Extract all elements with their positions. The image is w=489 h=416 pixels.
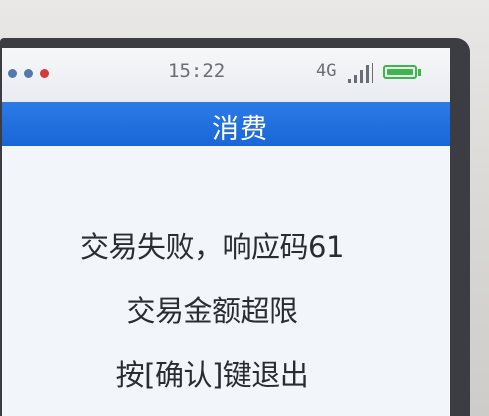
clock-time: 15:22 xyxy=(168,60,226,82)
network-type: 4G xyxy=(316,61,337,81)
title-bar: 消费 xyxy=(2,102,450,146)
screen: 15:22 4G 消费 交易失败，响应码61 交易金额超限 按[确认]键退出 xyxy=(2,48,450,416)
pos-terminal: 15:22 4G 消费 交易失败，响应码61 交易金额超限 按[确认]键退出 xyxy=(0,0,489,416)
battery-icon xyxy=(383,65,417,79)
status-bar: 15:22 4G xyxy=(2,48,450,102)
error-message: 交易失败，响应码61 xyxy=(80,230,344,264)
status-dot-icon xyxy=(40,69,49,78)
error-detail: 交易金额超限 xyxy=(126,294,298,328)
status-dot-icon xyxy=(24,69,33,78)
status-dot-icon xyxy=(8,69,17,78)
page-title: 消费 xyxy=(212,114,268,145)
signal-bars-icon xyxy=(346,63,380,83)
exit-instruction: 按[确认]键退出 xyxy=(115,358,309,392)
battery-tip xyxy=(418,69,421,76)
